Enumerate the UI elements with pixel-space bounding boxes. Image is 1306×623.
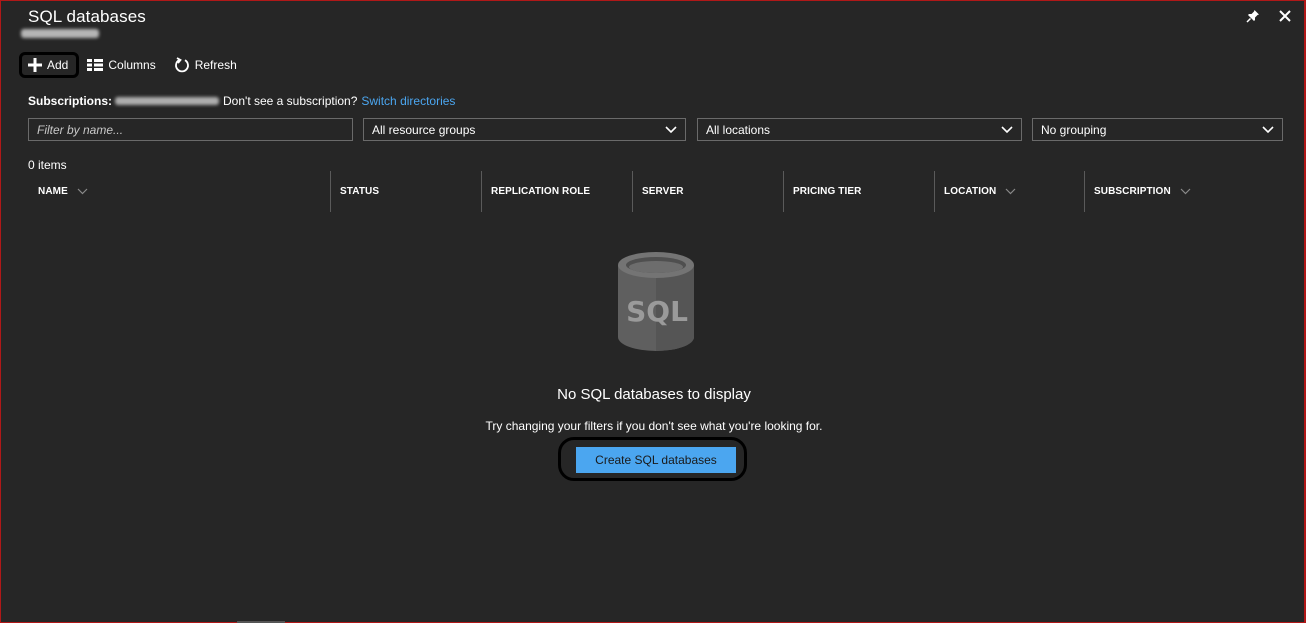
sql-icon-text: SQL bbox=[626, 295, 688, 328]
column-header-replication-role[interactable]: REPLICATION ROLE bbox=[482, 171, 632, 212]
subscription-name-redacted bbox=[115, 97, 220, 105]
command-bar: Add Columns Refresh bbox=[19, 52, 237, 78]
pin-icon bbox=[1246, 10, 1259, 23]
subscriptions-hint: Don't see a subscription? bbox=[223, 94, 358, 108]
column-header-status[interactable]: STATUS bbox=[331, 171, 481, 212]
grouping-dropdown[interactable]: No grouping bbox=[1032, 118, 1283, 141]
filter-bar: All resource groups All locations No gro… bbox=[28, 118, 1283, 141]
column-header-subscription[interactable]: SUBSCRIPTION bbox=[1085, 171, 1283, 212]
plus-icon bbox=[28, 58, 42, 72]
column-header-label: SERVER bbox=[642, 186, 684, 197]
columns-button[interactable]: Columns bbox=[87, 52, 156, 78]
close-icon bbox=[1279, 10, 1291, 22]
chevron-down-icon bbox=[665, 125, 677, 133]
chevron-down-icon bbox=[77, 188, 88, 195]
column-header-label: NAME bbox=[38, 186, 68, 197]
refresh-label: Refresh bbox=[194, 58, 237, 72]
empty-state-title: No SQL databases to display bbox=[557, 386, 751, 403]
resource-groups-dropdown[interactable]: All resource groups bbox=[363, 118, 686, 141]
column-header-label: PRICING TIER bbox=[793, 186, 862, 197]
refresh-button[interactable]: Refresh bbox=[174, 52, 237, 78]
subscriptions-label: Subscriptions: bbox=[28, 94, 113, 108]
chevron-down-icon bbox=[1005, 188, 1016, 195]
column-header-label: LOCATION bbox=[944, 186, 997, 197]
add-button[interactable]: Add bbox=[19, 52, 80, 78]
switch-directories-link[interactable]: Switch directories bbox=[361, 94, 455, 108]
grouping-value: No grouping bbox=[1041, 122, 1107, 137]
column-header-name[interactable]: NAME bbox=[29, 171, 331, 212]
column-header-location[interactable]: LOCATION bbox=[935, 171, 1084, 212]
resource-groups-value: All resource groups bbox=[372, 122, 476, 137]
sql-database-icon: SQL bbox=[618, 252, 694, 351]
add-label: Add bbox=[47, 58, 69, 72]
columns-icon bbox=[87, 59, 104, 71]
column-header-pricing-tier[interactable]: PRICING TIER bbox=[784, 171, 934, 212]
subscriptions-row: Subscriptions: Don't see a subscription?… bbox=[28, 94, 455, 108]
pin-button[interactable] bbox=[1244, 7, 1262, 25]
chevron-down-icon bbox=[1180, 188, 1191, 195]
columns-label: Columns bbox=[108, 58, 156, 72]
blade-subtitle-redacted bbox=[21, 29, 99, 38]
chevron-down-icon bbox=[1001, 125, 1013, 133]
column-header-label: STATUS bbox=[340, 186, 380, 197]
locations-dropdown[interactable]: All locations bbox=[697, 118, 1022, 141]
empty-state-hint: Try changing your filters if you don't s… bbox=[485, 419, 823, 433]
chevron-down-icon bbox=[1262, 125, 1274, 133]
blade-actions bbox=[1244, 7, 1294, 25]
create-sql-databases-button[interactable]: Create SQL databases bbox=[576, 447, 736, 473]
blade-title: SQL databases bbox=[28, 7, 146, 26]
locations-value: All locations bbox=[706, 122, 771, 137]
close-button[interactable] bbox=[1276, 7, 1294, 25]
table-header: NAME STATUS REPLICATION ROLE SERVER PRIC… bbox=[28, 171, 1283, 212]
column-header-server[interactable]: SERVER bbox=[633, 171, 783, 212]
column-header-label: SUBSCRIPTION bbox=[1094, 186, 1171, 197]
refresh-icon bbox=[174, 57, 189, 73]
items-count: 0 items bbox=[28, 158, 67, 172]
column-header-label: REPLICATION ROLE bbox=[491, 186, 591, 197]
filter-by-name-input[interactable] bbox=[28, 118, 353, 141]
sql-databases-blade: SQL databases Add Columns Refresh Subscr… bbox=[0, 0, 1306, 623]
